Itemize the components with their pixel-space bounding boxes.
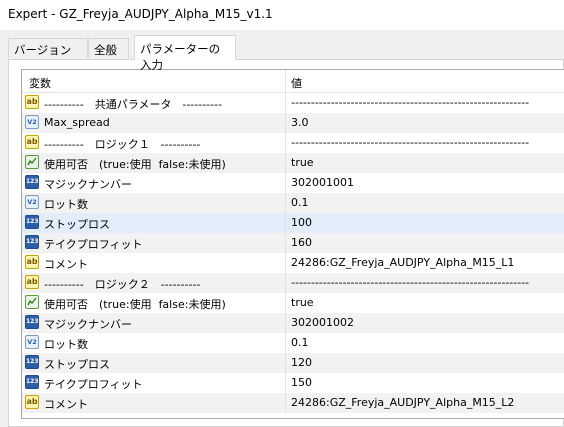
parameter-name: 使用可否 (true:使用 false:未使用) — [44, 298, 226, 311]
parameter-row[interactable]: 使用可否 (true:使用 false:未使用) true — [22, 293, 564, 313]
parameter-name: ロット数 — [44, 198, 88, 211]
cell-divider — [285, 173, 286, 193]
parameter-name: コメント — [44, 398, 88, 411]
parameter-row[interactable]: ab ---------- 共通パラメータ ---------- ---------… — [22, 93, 564, 113]
window-title: Expert - GZ_Freyja_AUDJPY_Alpha_M15_v1.1 — [8, 7, 273, 21]
parameter-row[interactable]: ab コメント 24286:GZ_Freyja_AUDJPY_Alpha_M15_L… — [22, 393, 564, 413]
parameter-row[interactable]: 123 マジックナンバー 302001002 — [22, 313, 564, 333]
parameter-name: マジックナンバー — [44, 318, 132, 331]
cell-divider — [285, 393, 286, 413]
parameter-name: ---------- ロジック２ ---------- — [44, 278, 201, 291]
parameter-value[interactable]: 120 — [291, 356, 312, 369]
parameter-row[interactable]: ab ---------- ロジック１ ---------- -----------… — [22, 133, 564, 153]
parameter-value[interactable]: 0.1 — [291, 336, 309, 349]
grid-header: 変数 値 — [22, 70, 564, 93]
cell-divider — [285, 133, 286, 153]
parameter-value[interactable]: 24286:GZ_Freyja_AUDJPY_Alpha_M15_L2 — [291, 396, 514, 409]
parameter-row[interactable]: ab ---------- ロジック２ ---------- -----------… — [22, 273, 564, 293]
cell-divider — [285, 93, 286, 113]
parameter-row[interactable]: V2 ロット数 0.1 — [22, 193, 564, 213]
parameter-rows: ab ---------- 共通パラメータ ---------- ---------… — [22, 93, 564, 413]
cell-divider — [285, 273, 286, 293]
parameter-row[interactable]: 123 ストップロス 120 — [22, 353, 564, 373]
double-type-icon: V2 — [25, 335, 39, 349]
parameter-row[interactable]: 123 テイクプロフィット 160 — [22, 233, 564, 253]
string-type-icon: ab — [25, 275, 39, 289]
parameter-value[interactable]: 160 — [291, 236, 312, 249]
string-type-icon: ab — [25, 95, 39, 109]
parameter-name: コメント — [44, 258, 88, 271]
parameter-name: 使用可否 (true:使用 false:未使用) — [44, 158, 226, 171]
tab-panel: 変数 値 ab ---------- 共通パラメータ ---------- ----… — [8, 59, 564, 427]
column-divider[interactable] — [285, 70, 286, 92]
parameter-name: ストップロス — [44, 218, 110, 231]
integer-type-icon: 123 — [25, 355, 39, 369]
column-header-value[interactable]: 値 — [291, 75, 302, 91]
parameter-value[interactable]: true — [291, 156, 314, 169]
integer-type-icon: 123 — [25, 375, 39, 389]
column-header-variable[interactable]: 変数 — [29, 75, 51, 91]
parameter-value[interactable]: ----------------------------------------… — [291, 276, 529, 289]
cell-divider — [285, 353, 286, 373]
integer-type-icon: 123 — [25, 175, 39, 189]
parameter-name: Max_spread — [44, 116, 110, 129]
tab-version-info[interactable]: バージョン情報 — [8, 38, 88, 73]
parameter-value[interactable]: 302001002 — [291, 316, 354, 329]
parameter-name: マジックナンバー — [44, 178, 132, 191]
parameter-row[interactable]: ab コメント 24286:GZ_Freyja_AUDJPY_Alpha_M15_L… — [22, 253, 564, 273]
cell-divider — [285, 373, 286, 393]
parameter-value[interactable]: ----------------------------------------… — [291, 136, 529, 149]
cell-divider — [285, 253, 286, 273]
cell-divider — [285, 193, 286, 213]
parameter-value[interactable]: 150 — [291, 376, 312, 389]
cell-divider — [285, 113, 286, 133]
cell-divider — [285, 153, 286, 173]
boolean-type-icon — [25, 155, 39, 169]
parameter-value[interactable]: 0.1 — [291, 196, 309, 209]
parameter-value[interactable]: true — [291, 296, 314, 309]
integer-type-icon: 123 — [25, 315, 39, 329]
double-type-icon: V2 — [25, 115, 39, 129]
parameter-row[interactable]: 123 テイクプロフィット 150 — [22, 373, 564, 393]
parameter-name: ---------- 共通パラメータ ---------- — [44, 98, 223, 111]
window-titlebar: Expert - GZ_Freyja_AUDJPY_Alpha_M15_v1.1 — [0, 0, 564, 30]
parameter-value[interactable]: 302001001 — [291, 176, 354, 189]
parameter-row[interactable]: V2 Max_spread 3.0 — [22, 113, 564, 133]
cell-divider — [285, 233, 286, 253]
parameter-value[interactable]: 24286:GZ_Freyja_AUDJPY_Alpha_M15_L1 — [291, 256, 514, 269]
string-type-icon: ab — [25, 395, 39, 409]
parameter-name: テイクプロフィット — [44, 238, 143, 251]
double-type-icon: V2 — [25, 195, 39, 209]
boolean-type-icon — [25, 295, 39, 309]
parameter-value[interactable]: ----------------------------------------… — [291, 96, 529, 109]
parameter-name: ロット数 — [44, 338, 88, 351]
tab-bar: バージョン情報 全般 パラメーターの入力 — [0, 34, 564, 73]
parameter-name: テイクプロフィット — [44, 378, 143, 391]
string-type-icon: ab — [25, 135, 39, 149]
parameter-name: ストップロス — [44, 358, 110, 371]
cell-divider — [285, 333, 286, 353]
parameter-row[interactable]: 123 マジックナンバー 302001001 — [22, 173, 564, 193]
cell-divider — [285, 293, 286, 313]
tab-input-parameters[interactable]: パラメーターの入力 — [134, 35, 236, 72]
integer-type-icon: 123 — [25, 215, 39, 229]
parameter-value[interactable]: 3.0 — [291, 116, 309, 129]
cell-divider — [285, 313, 286, 333]
parameter-row[interactable]: V2 ロット数 0.1 — [22, 333, 564, 353]
parameters-grid: 変数 値 ab ---------- 共通パラメータ ---------- ----… — [21, 69, 564, 419]
tab-general[interactable]: 全般 — [88, 38, 129, 58]
string-type-icon: ab — [25, 255, 39, 269]
integer-type-icon: 123 — [25, 235, 39, 249]
parameter-row[interactable]: 123 ストップロス 100 — [22, 213, 564, 233]
cell-divider — [285, 213, 286, 233]
parameter-value[interactable]: 100 — [291, 216, 312, 229]
parameter-row[interactable]: 使用可否 (true:使用 false:未使用) true — [22, 153, 564, 173]
parameter-name: ---------- ロジック１ ---------- — [44, 138, 201, 151]
